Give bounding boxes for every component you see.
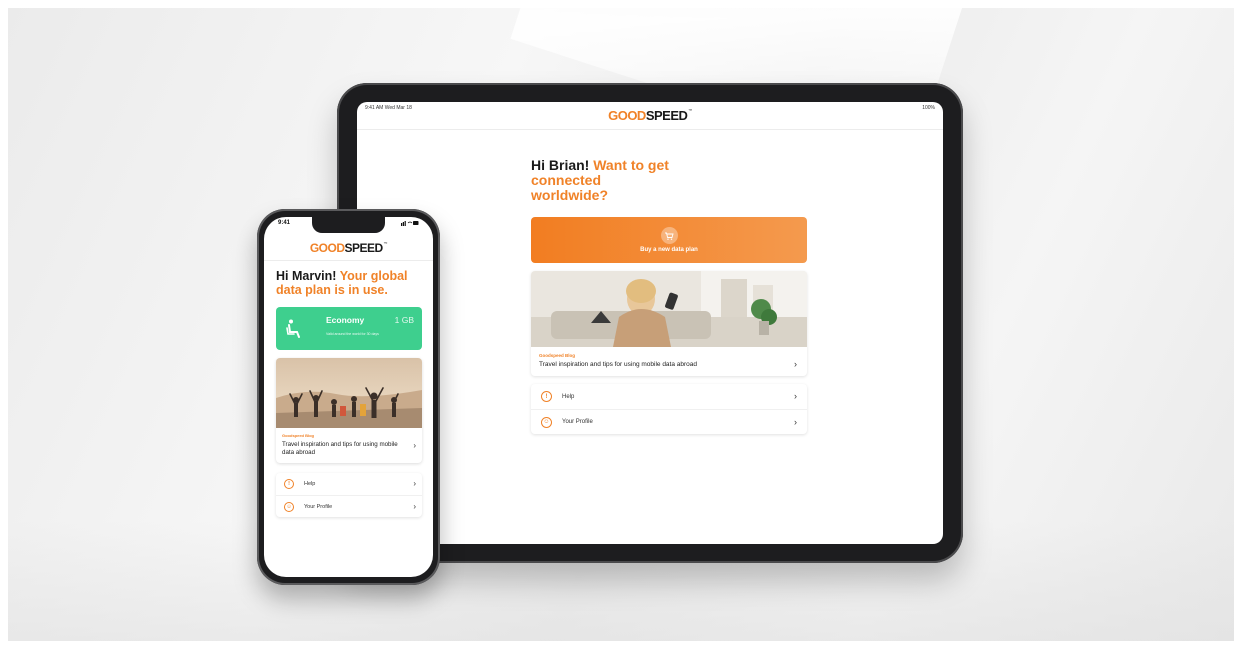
chevron-right-icon: ›	[794, 359, 797, 369]
blog-title: Travel inspiration and tips for using mo…	[539, 361, 698, 368]
seat-icon	[286, 319, 300, 338]
menu-item-help[interactable]: ! Help ›	[276, 473, 422, 495]
info-icon: !	[284, 479, 294, 489]
tablet-status-battery: 100%	[922, 105, 935, 111]
tablet-menu-list: ! Help › ☺ Your Profile ›	[531, 384, 807, 434]
phone-greeting: Hi Marvin! Your global data plan is in u…	[276, 269, 408, 297]
phone-content: Hi Marvin! Your global data plan is in u…	[276, 269, 422, 517]
blog-title: Travel inspiration and tips for using mo…	[282, 441, 398, 456]
goodspeed-logo: GOOD SPEED ™	[309, 240, 388, 255]
tablet-content: Hi Brian! Want to get connected worldwid…	[531, 158, 807, 434]
cart-icon	[660, 227, 678, 244]
menu-item-label: Help	[562, 393, 575, 400]
plan-name: Economy	[326, 315, 365, 325]
blog-tag: Goodspeed Blog	[539, 353, 575, 358]
active-plan-card[interactable]: Economy 1 GB Valid around the world for …	[276, 307, 422, 350]
phone-status-time: 9:41	[278, 220, 291, 226]
blog-tag: Goodspeed Blog	[282, 433, 314, 438]
tablet-status-bar: 9:41 AM Wed Mar 18 100%	[357, 102, 943, 114]
phone-notch	[312, 217, 385, 233]
tablet-status-time: 9:41 AM Wed Mar 18	[365, 105, 412, 111]
chevron-right-icon: ›	[413, 502, 416, 511]
profile-icon: ☺	[284, 501, 294, 512]
chevron-right-icon: ›	[794, 391, 797, 401]
blog-card-body: Goodspeed Blog Travel inspiration and ti…	[276, 428, 422, 463]
profile-icon: ☺	[541, 416, 552, 428]
chevron-right-icon: ›	[413, 441, 416, 450]
phone-screen: 9:41 GOOD SPEED ™ Hi Marvin! Your global d…	[264, 217, 433, 577]
phone-header: GOOD SPEED ™	[264, 235, 433, 261]
plan-description: Valid around the world for 30 days	[326, 332, 379, 336]
tablet-greeting: Hi Brian! Want to get connected worldwid…	[531, 157, 669, 203]
buy-data-plan-button[interactable]: Buy a new data plan	[531, 217, 807, 263]
blog-card[interactable]: Goodspeed Blog Travel inspiration and ti…	[531, 271, 807, 376]
menu-item-label: Help	[304, 481, 316, 487]
menu-item-your-profile[interactable]: ☺ Your Profile ›	[531, 409, 807, 434]
blog-photo-group-celebrating	[276, 358, 422, 428]
chevron-right-icon: ›	[413, 479, 416, 488]
menu-item-label: Your Profile	[562, 419, 593, 425]
blog-photo-woman-on-phone	[531, 271, 807, 347]
tablet-screen: GOOD SPEED ™ 9:41 AM Wed Mar 18 100% Hi Br…	[357, 102, 943, 544]
phone-device: 9:41 GOOD SPEED ™ Hi Marvin! Your global d…	[257, 209, 440, 585]
signal-wifi-battery-icon	[401, 220, 419, 230]
phone-menu-list: ! Help › ☺ Your Profile ›	[276, 473, 422, 517]
blog-card-body: Goodspeed Blog Travel inspiration and ti…	[531, 347, 807, 376]
buy-data-plan-label: Buy a new data plan	[640, 247, 698, 253]
menu-item-help[interactable]: ! Help ›	[531, 384, 807, 409]
blog-card[interactable]: Goodspeed Blog Travel inspiration and ti…	[276, 358, 422, 463]
chevron-right-icon: ›	[794, 417, 797, 427]
info-icon: !	[541, 391, 552, 402]
menu-item-label: Your Profile	[304, 503, 333, 510]
plan-size: 1 GB	[394, 315, 414, 325]
menu-item-your-profile[interactable]: ☺ Your Profile ›	[276, 495, 422, 517]
